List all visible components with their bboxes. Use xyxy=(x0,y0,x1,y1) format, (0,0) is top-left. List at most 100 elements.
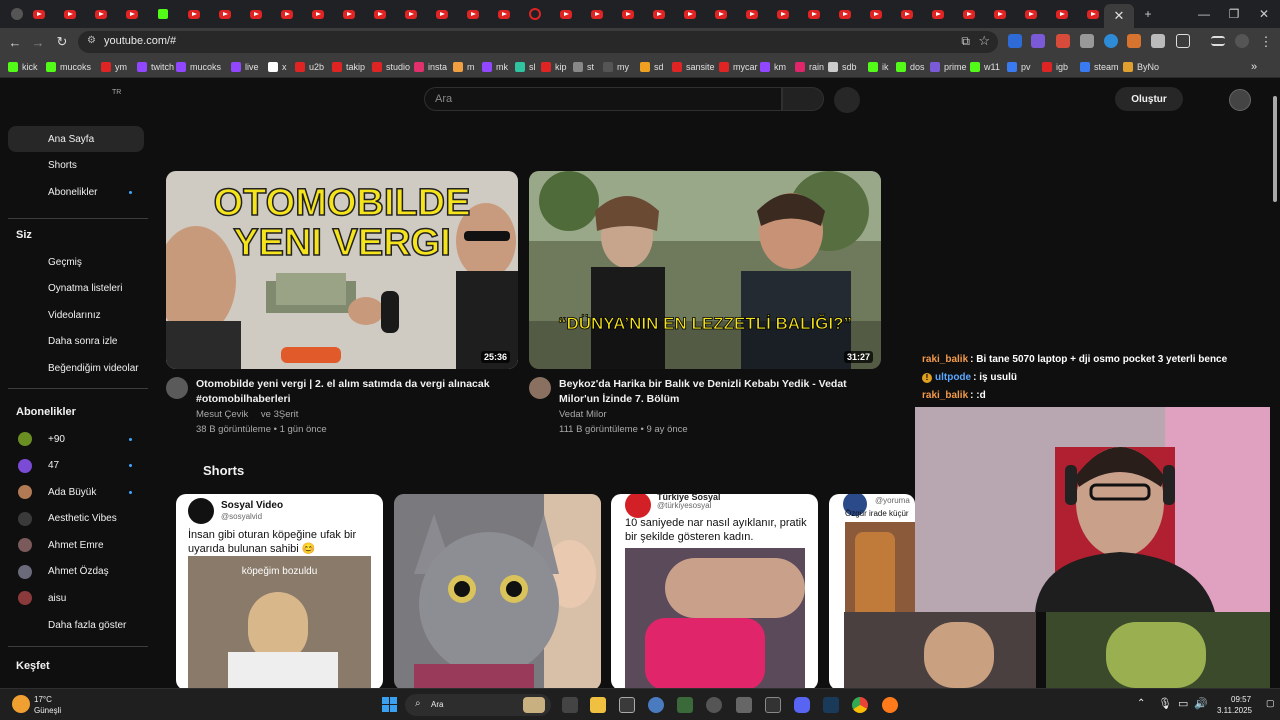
bookmark-my[interactable]: my xyxy=(603,60,629,74)
bookmark-prime[interactable]: prime xyxy=(930,60,967,74)
video-card[interactable]: “DÜNYA’NIN EN LEZZETLİ BALIĞI?” 31:27 Be… xyxy=(529,171,881,441)
browser-tab[interactable] xyxy=(1082,4,1104,24)
browser-tab[interactable] xyxy=(524,4,546,24)
bookmark-mucoks[interactable]: mucoks xyxy=(176,60,221,74)
bookmark-twitch[interactable]: twitch xyxy=(137,60,174,74)
more-bookmarks-icon[interactable]: » xyxy=(1251,60,1257,74)
discord-icon[interactable] xyxy=(794,697,810,713)
sidebar-item[interactable]: aisu xyxy=(8,585,144,611)
bookmark-insta[interactable]: insta xyxy=(414,60,447,74)
app-icon[interactable] xyxy=(706,697,722,713)
firefox-icon[interactable] xyxy=(882,697,898,713)
volume-icon[interactable]: 🔊 xyxy=(1194,697,1208,710)
microphone-icon[interactable]: 🎙 xyxy=(1158,697,1172,710)
browser-tab[interactable] xyxy=(121,4,143,24)
browser-tab[interactable] xyxy=(989,4,1011,24)
cast-icon[interactable]: ⧉ xyxy=(961,34,970,49)
search-input[interactable]: Ara xyxy=(424,87,782,111)
bookmark-u2b[interactable]: u2b xyxy=(295,60,324,74)
bookmark-sd[interactable]: sd xyxy=(640,60,664,74)
sidebar-item[interactable]: Beğendiğim videolar xyxy=(8,355,144,381)
browser-tab[interactable] xyxy=(28,4,50,24)
logitech-icon[interactable] xyxy=(765,697,781,713)
new-tab-button[interactable]: + xyxy=(1134,4,1162,24)
chrome-icon[interactable] xyxy=(852,697,868,713)
browser-tab[interactable] xyxy=(1051,4,1073,24)
sidebar-item[interactable]: Geçmiş xyxy=(8,249,144,275)
browser-tab[interactable] xyxy=(679,4,701,24)
browser-tab[interactable] xyxy=(338,4,360,24)
sidebar-item[interactable]: +90 xyxy=(8,426,144,452)
browser-tab[interactable] xyxy=(183,4,205,24)
search-button[interactable] xyxy=(782,87,824,111)
sidebar-item[interactable]: Abonelikler xyxy=(8,179,144,205)
video-title[interactable]: Beykoz'da Harika bir Balık ve Denizli Ke… xyxy=(559,377,879,407)
bookmark-star-icon[interactable]: ☆ xyxy=(978,33,990,49)
bookmark-sdb[interactable]: sdb xyxy=(828,60,857,74)
account-avatar[interactable] xyxy=(1229,89,1251,111)
browser-tab[interactable] xyxy=(741,4,763,24)
sidebar-item[interactable]: Ana Sayfa xyxy=(8,126,144,152)
sidebar-item[interactable]: Ada Büyük xyxy=(8,479,144,505)
tab-search-icon[interactable] xyxy=(6,4,28,24)
browser-tab[interactable] xyxy=(431,4,453,24)
bookmark-rain[interactable]: rain xyxy=(795,60,824,74)
minimize-icon[interactable]: — xyxy=(1190,4,1218,24)
app-icon[interactable] xyxy=(736,697,752,713)
bookmark-dos[interactable]: dos xyxy=(896,60,925,74)
browser-tab[interactable] xyxy=(648,4,670,24)
bookmark-ik[interactable]: ik xyxy=(868,60,889,74)
bookmark-kip[interactable]: kip xyxy=(541,60,567,74)
reload-icon[interactable]: ↻ xyxy=(53,33,71,51)
bookmark-studio[interactable]: studio xyxy=(372,60,410,74)
browser-tab[interactable] xyxy=(369,4,391,24)
bookmark-km[interactable]: km xyxy=(760,60,786,74)
back-icon[interactable]: ← xyxy=(6,33,24,51)
extensions-puzzle-icon[interactable] xyxy=(1176,34,1190,48)
bookmark-sl[interactable]: sl xyxy=(515,60,536,74)
menu-kebab-icon[interactable]: ⋮ xyxy=(1257,33,1275,51)
bookmark-w11[interactable]: w11 xyxy=(970,60,1000,74)
bookmark-mk[interactable]: mk xyxy=(482,60,508,74)
bookmark-mucoks[interactable]: mucoks xyxy=(46,60,91,74)
bookmark-st[interactable]: st xyxy=(573,60,594,74)
coauthor-name[interactable]: ve 3Şerit xyxy=(261,409,299,420)
extension-icon[interactable] xyxy=(1056,34,1070,48)
taskbar-search[interactable]: ⌕ Ara xyxy=(405,694,551,716)
browser-tab[interactable] xyxy=(400,4,422,24)
browser-tab[interactable] xyxy=(617,4,639,24)
extension-icon[interactable] xyxy=(1008,34,1022,48)
bookmark-kick[interactable]: kick xyxy=(8,60,38,74)
short-card[interactable]: Sosyal Video @sosyalvid İnsan gibi otura… xyxy=(176,494,383,688)
weather-desc[interactable]: Güneşli xyxy=(34,706,61,715)
clock-time[interactable]: 09:57 xyxy=(1231,695,1251,704)
bookmark-mycar[interactable]: mycar xyxy=(719,60,758,74)
browser-tab[interactable] xyxy=(214,4,236,24)
profile-icon[interactable] xyxy=(1235,34,1249,48)
file-explorer-icon[interactable] xyxy=(590,697,606,713)
short-card[interactable] xyxy=(394,494,601,688)
task-view-icon[interactable] xyxy=(562,697,578,713)
bookmark-sansite[interactable]: sansite xyxy=(672,60,715,74)
browser-tab[interactable] xyxy=(59,4,81,24)
browser-tab[interactable] xyxy=(586,4,608,24)
bookmark-ym[interactable]: ym xyxy=(101,60,127,74)
channel-name[interactable]: Vedat Milor xyxy=(559,409,607,420)
video-thumbnail[interactable]: OTOMOBILDE YENI VERGI 25:36 xyxy=(166,171,518,369)
restore-icon[interactable]: ❐ xyxy=(1220,4,1248,24)
settings-icon[interactable] xyxy=(648,697,664,713)
scrollbar-thumb[interactable] xyxy=(1273,96,1277,202)
browser-tab[interactable] xyxy=(896,4,918,24)
browser-tab[interactable] xyxy=(152,4,174,24)
bookmark-live[interactable]: live xyxy=(231,60,259,74)
window-close-icon[interactable]: ✕ xyxy=(1250,4,1278,24)
forward-icon[interactable]: → xyxy=(29,33,47,51)
bookmark-x[interactable]: x xyxy=(268,60,287,74)
store-icon[interactable] xyxy=(619,697,635,713)
browser-tab[interactable] xyxy=(865,4,887,24)
omnibox[interactable]: ⚙ youtube.com/# ⧉ ☆ xyxy=(78,31,998,53)
browser-tab[interactable] xyxy=(245,4,267,24)
weather-icon[interactable] xyxy=(12,695,30,713)
browser-tab[interactable] xyxy=(1020,4,1042,24)
browser-tab[interactable] xyxy=(462,4,484,24)
